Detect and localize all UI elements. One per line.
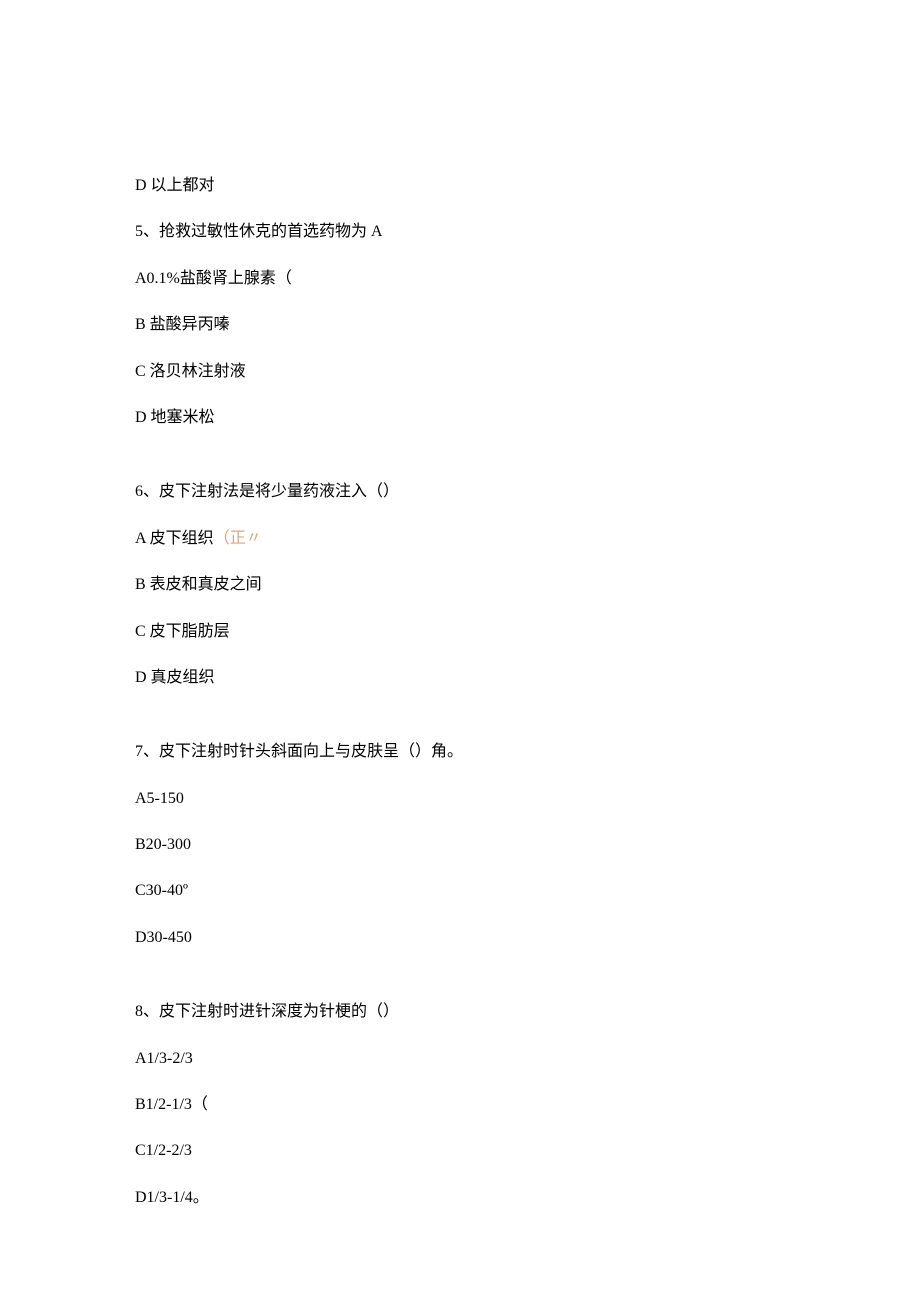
q5-option-b: B 盐酸异丙嗪	[135, 314, 785, 336]
q5-option-c: C 洛贝林注射液	[135, 361, 785, 383]
q7-option-d: D30-450	[135, 927, 785, 949]
q8-option-d: D1/3-1/4。	[135, 1187, 785, 1209]
q7-option-b: B20-300	[135, 834, 785, 856]
q8-stem: 8、皮下注射时进针深度为针梗的（）	[135, 1001, 785, 1023]
q6-option-a: A 皮下组织（正〃	[135, 528, 785, 550]
q8-option-a: A1/3-2/3	[135, 1048, 785, 1070]
q7-option-c: C30-40º	[135, 880, 785, 902]
q6-option-d: D 真皮组织	[135, 667, 785, 689]
q5-option-d: D 地塞米松	[135, 407, 785, 429]
q7-stem: 7、皮下注射时针头斜面向上与皮肤呈（）角。	[135, 741, 785, 763]
q6-correct-marker: （正〃	[214, 530, 262, 547]
q4-option-d: D 以上都对	[135, 175, 785, 197]
q5-stem: 5、抢救过敏性休克的首选药物为 A	[135, 221, 785, 243]
q5-option-a: A0.1%盐酸肾上腺素（	[135, 268, 785, 290]
q8-option-c: C1/2-2/3	[135, 1140, 785, 1162]
q6-option-a-text: A 皮下组织	[135, 530, 214, 547]
q7-option-a: A5-150	[135, 788, 785, 810]
q6-option-c: C 皮下脂肪层	[135, 621, 785, 643]
q8-option-b: B1/2-1/3（	[135, 1094, 785, 1116]
q6-stem: 6、皮下注射法是将少量药液注入（）	[135, 481, 785, 503]
q6-option-b: B 表皮和真皮之间	[135, 574, 785, 596]
